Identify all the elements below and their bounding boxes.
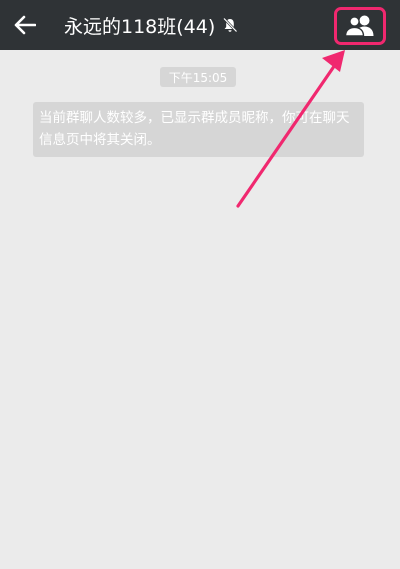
chat-members-button[interactable] [334, 7, 386, 45]
system-notice: 当前群聊人数较多，已显示群成员昵称，你可在聊天信息页中将其关闭。 [33, 102, 364, 157]
back-button[interactable] [8, 8, 42, 42]
chat-title-group: 永远的118班(44) [64, 0, 239, 50]
chat-screen: 永远的118班(44) 下午15:05 当前群聊人数较多，已显示群成员昵称，你可… [0, 0, 400, 569]
bell-mute-icon [221, 16, 239, 34]
group-members-icon [344, 15, 374, 37]
chat-title: 永远的118班(44) [64, 15, 216, 38]
arrow-left-icon [14, 15, 36, 35]
chat-header: 永远的118班(44) [0, 0, 400, 50]
message-timestamp: 下午15:05 [160, 67, 236, 87]
